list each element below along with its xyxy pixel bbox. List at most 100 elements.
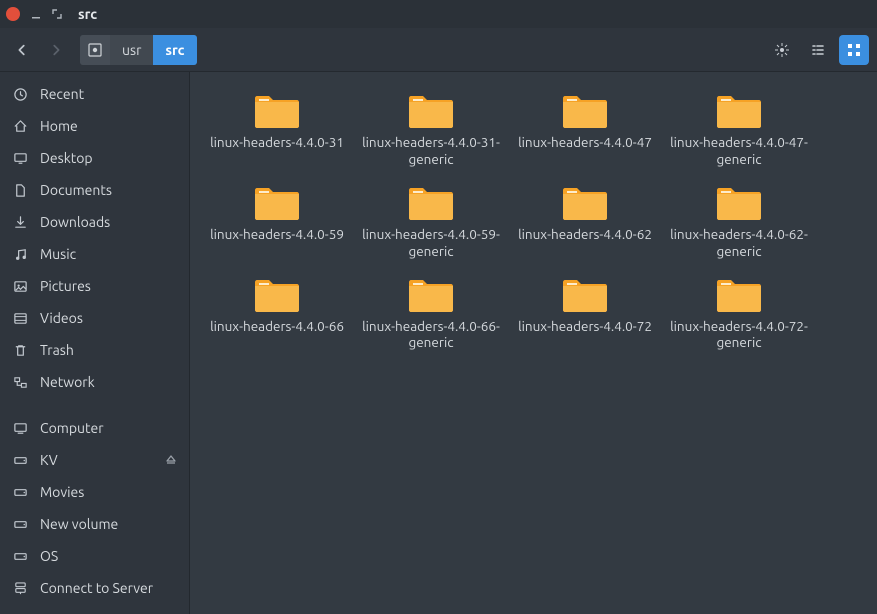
content-area: linux-headers-4.4.0-31linux-headers-4.4.… xyxy=(190,72,877,614)
folder-icon xyxy=(561,182,609,222)
network-icon xyxy=(12,375,28,390)
folder-icon xyxy=(253,274,301,314)
folder-item[interactable]: linux-headers-4.4.0-31 xyxy=(200,86,354,172)
sidebar-item-desktop[interactable]: Desktop xyxy=(0,142,189,174)
icon-grid: linux-headers-4.4.0-31linux-headers-4.4.… xyxy=(200,86,867,355)
folder-item[interactable]: linux-headers-4.4.0-72 xyxy=(508,270,662,356)
folder-icon xyxy=(407,90,455,130)
breadcrumb-usr[interactable]: usr xyxy=(110,35,153,65)
sidebar-item-label: Network xyxy=(40,374,95,390)
sidebar-item-pictures[interactable]: Pictures xyxy=(0,270,189,302)
drive-icon xyxy=(12,485,28,500)
folder-label: linux-headers-4.4.0-31-generic xyxy=(356,134,506,168)
breadcrumb: usr src xyxy=(80,35,197,65)
sidebar-item-label: Movies xyxy=(40,484,84,500)
back-button[interactable] xyxy=(8,35,36,65)
sidebar-item-label: New volume xyxy=(40,516,118,532)
drive-icon xyxy=(12,517,28,532)
folder-label: linux-headers-4.4.0-47 xyxy=(510,134,660,151)
folder-label: linux-headers-4.4.0-72 xyxy=(510,318,660,335)
folder-item[interactable]: linux-headers-4.4.0-66 xyxy=(200,270,354,356)
drive-icon xyxy=(12,453,28,468)
sidebar-item-computer[interactable]: Computer xyxy=(0,412,189,444)
icon-view-button[interactable] xyxy=(839,35,869,65)
sidebar-item-documents[interactable]: Documents xyxy=(0,174,189,206)
sidebar-item-os[interactable]: OS xyxy=(0,540,189,572)
sidebar-item-label: Computer xyxy=(40,420,104,436)
breadcrumb-root[interactable] xyxy=(80,35,110,65)
folder-label: linux-headers-4.4.0-59-generic xyxy=(356,226,506,260)
maximize-icon[interactable] xyxy=(52,9,62,19)
folder-icon xyxy=(715,274,763,314)
drive-icon xyxy=(12,549,28,564)
folder-label: linux-headers-4.4.0-31 xyxy=(202,134,352,151)
sidebar-item-label: Videos xyxy=(40,310,83,326)
sidebar-item-label: Music xyxy=(40,246,76,262)
sidebar-item-label: Documents xyxy=(40,182,112,198)
folder-icon xyxy=(253,182,301,222)
minimize-icon[interactable] xyxy=(30,8,42,20)
pictures-icon xyxy=(12,279,28,294)
sidebar: Recent Home Desktop Documents Downloads … xyxy=(0,72,190,614)
sidebar-item-label: Trash xyxy=(40,342,74,358)
eject-icon[interactable] xyxy=(165,454,177,466)
breadcrumb-src[interactable]: src xyxy=(153,35,196,65)
sidebar-item-label: Pictures xyxy=(40,278,91,294)
clock-icon xyxy=(12,87,28,102)
sidebar-item-home[interactable]: Home xyxy=(0,110,189,142)
sidebar-item-kv[interactable]: KV xyxy=(0,444,189,476)
sidebar-item-label: Downloads xyxy=(40,214,110,230)
sidebar-item-newvolume[interactable]: New volume xyxy=(0,508,189,540)
sidebar-item-connect-server[interactable]: Connect to Server xyxy=(0,572,189,604)
folder-item[interactable]: linux-headers-4.4.0-62 xyxy=(508,178,662,264)
computer-icon xyxy=(12,421,28,436)
home-icon xyxy=(12,119,28,134)
sidebar-item-recent[interactable]: Recent xyxy=(0,78,189,110)
folder-item[interactable]: linux-headers-4.4.0-62-generic xyxy=(662,178,816,264)
sidebar-item-trash[interactable]: Trash xyxy=(0,334,189,366)
folder-icon xyxy=(253,90,301,130)
server-icon xyxy=(12,581,28,596)
sidebar-item-music[interactable]: Music xyxy=(0,238,189,270)
folder-item[interactable]: linux-headers-4.4.0-66-generic xyxy=(354,270,508,356)
forward-button[interactable] xyxy=(42,35,70,65)
sidebar-item-label: Connect to Server xyxy=(40,580,153,596)
trash-icon xyxy=(12,343,28,358)
folder-item[interactable]: linux-headers-4.4.0-72-generic xyxy=(662,270,816,356)
folder-item[interactable]: linux-headers-4.4.0-31-generic xyxy=(354,86,508,172)
close-icon[interactable] xyxy=(6,7,20,21)
sidebar-item-label: Recent xyxy=(40,86,84,102)
folder-item[interactable]: linux-headers-4.4.0-47-generic xyxy=(662,86,816,172)
desktop-icon xyxy=(12,151,28,166)
folder-icon xyxy=(407,274,455,314)
folder-icon xyxy=(561,274,609,314)
folder-item[interactable]: linux-headers-4.4.0-59 xyxy=(200,178,354,264)
folder-label: linux-headers-4.4.0-59 xyxy=(202,226,352,243)
folder-label: linux-headers-4.4.0-72-generic xyxy=(664,318,814,352)
folder-label: linux-headers-4.4.0-66-generic xyxy=(356,318,506,352)
sidebar-item-network[interactable]: Network xyxy=(0,366,189,398)
documents-icon xyxy=(12,183,28,198)
folder-label: linux-headers-4.4.0-62 xyxy=(510,226,660,243)
folder-item[interactable]: linux-headers-4.4.0-59-generic xyxy=(354,178,508,264)
downloads-icon xyxy=(12,215,28,230)
folder-label: linux-headers-4.4.0-62-generic xyxy=(664,226,814,260)
folder-label: linux-headers-4.4.0-47-generic xyxy=(664,134,814,168)
window-title: src xyxy=(78,6,97,22)
sidebar-item-movies[interactable]: Movies xyxy=(0,476,189,508)
folder-icon xyxy=(715,182,763,222)
sidebar-item-label: Desktop xyxy=(40,150,93,166)
music-icon xyxy=(12,247,28,262)
sidebar-item-label: Home xyxy=(40,118,78,134)
folder-icon xyxy=(715,90,763,130)
sidebar-item-label: KV xyxy=(40,452,58,468)
videos-icon xyxy=(12,311,28,326)
folder-item[interactable]: linux-headers-4.4.0-47 xyxy=(508,86,662,172)
titlebar: src xyxy=(0,0,877,28)
list-view-button[interactable] xyxy=(803,35,833,65)
sidebar-item-downloads[interactable]: Downloads xyxy=(0,206,189,238)
sidebar-item-label: OS xyxy=(40,548,58,564)
folder-label: linux-headers-4.4.0-66 xyxy=(202,318,352,335)
location-toggle-button[interactable] xyxy=(767,35,797,65)
sidebar-item-videos[interactable]: Videos xyxy=(0,302,189,334)
